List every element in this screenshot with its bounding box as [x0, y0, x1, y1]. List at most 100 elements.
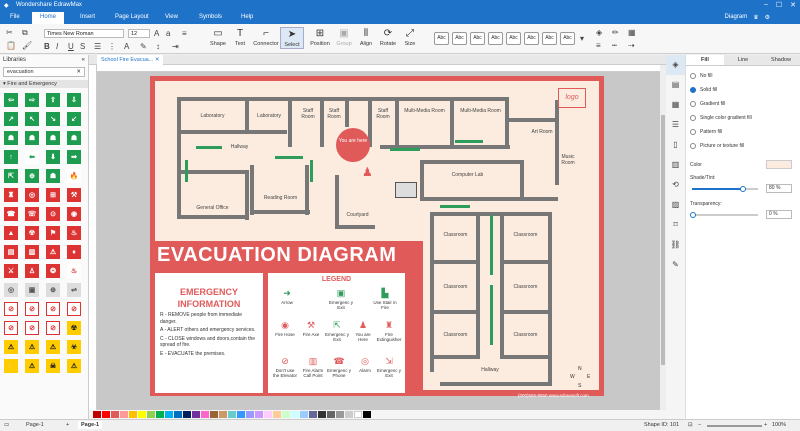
page-icon[interactable]: ▯ [666, 135, 685, 155]
fire-hose-symbol[interactable]: ◎ [25, 188, 39, 202]
fire-phone-symbol[interactable]: ☏ [25, 207, 39, 221]
bold-icon[interactable]: B [44, 42, 50, 51]
color-swatch[interactable] [336, 411, 344, 418]
exit-sign-symbol[interactable]: ↗ [4, 112, 18, 126]
font-shrink-icon[interactable]: a [166, 29, 170, 38]
copy-icon[interactable]: ⧉ [22, 28, 28, 38]
align-icon[interactable]: ≡ [182, 29, 187, 38]
page-tab-active[interactable]: Page-1 [78, 421, 103, 429]
menu-insert[interactable]: Insert [80, 14, 95, 20]
format-painter-icon[interactable]: 🖌 [22, 41, 32, 50]
shade-value[interactable]: 80 % [766, 184, 792, 193]
fill-icon[interactable]: ◈ [596, 28, 602, 37]
bookmark-icon[interactable]: ⌑ [666, 215, 685, 235]
no-touch-symbol[interactable]: ⊘ [46, 321, 60, 335]
no-entry-symbol[interactable]: ⊘ [4, 302, 18, 316]
style-preset-1[interactable]: Abc [434, 32, 449, 45]
category-fire-emergency[interactable]: ▾ Fire and Emergency [0, 80, 88, 88]
color-swatch[interactable] [327, 411, 335, 418]
line-color-icon[interactable]: ✏ [612, 28, 619, 37]
color-swatch[interactable] [93, 411, 101, 418]
arrow-style-icon[interactable]: ⇢ [628, 41, 635, 50]
color-swatch[interactable] [354, 411, 362, 418]
option-picture-fill[interactable]: Picture or texture fill [686, 139, 800, 153]
running-man-symbol[interactable]: ☗ [25, 131, 39, 145]
color-swatch[interactable] [165, 411, 173, 418]
warning-symbol[interactable]: ⚠ [67, 359, 81, 373]
no-access-symbol[interactable]: ⊘ [67, 302, 81, 316]
warning-symbol[interactable]: ⚠ [4, 340, 18, 354]
fire-symbol[interactable]: ▥ [25, 245, 39, 259]
transparency-slider-knob[interactable] [690, 212, 696, 218]
menu-page-layout[interactable]: Page Layout [115, 14, 149, 20]
fire-symbol[interactable]: ☢ [25, 226, 39, 240]
scroll-thumb[interactable] [661, 115, 665, 365]
data-icon[interactable]: ▥ [666, 155, 685, 175]
user-icon[interactable]: ♛ [753, 14, 758, 21]
color-swatch[interactable] [345, 411, 353, 418]
shape-tool[interactable]: ▭ Shape [206, 27, 230, 47]
tab-line[interactable]: Line [724, 55, 762, 65]
sprinkler-symbol[interactable]: ▣ [25, 283, 39, 297]
fire-symbol[interactable]: 🔥 [67, 169, 81, 183]
running-man-symbol[interactable]: ☗ [46, 131, 60, 145]
exit-sign-symbol[interactable]: ⇩ [67, 93, 81, 107]
fire-axe-symbol[interactable]: ⚒ [67, 188, 81, 202]
running-man-symbol[interactable]: ☗ [4, 131, 18, 145]
color-swatch[interactable] [291, 411, 299, 418]
no-fire-symbol[interactable]: ⊘ [46, 302, 60, 316]
font-grow-icon[interactable]: A [154, 29, 159, 38]
text-tool[interactable]: T Text [228, 27, 252, 47]
warning-symbol[interactable]: ☠ [46, 359, 60, 373]
color-swatch[interactable] [309, 411, 317, 418]
exit-sign-symbol[interactable]: ⇧ [46, 93, 60, 107]
biohazard-symbol[interactable]: ☣ [67, 340, 81, 354]
warning-symbol[interactable]: ⚡ [4, 359, 18, 373]
color-picker[interactable] [766, 160, 792, 169]
indent-icon[interactable]: ⇥ [172, 42, 179, 51]
position-tool[interactable]: ⊞ Position [308, 27, 332, 47]
fire-alarm-symbol[interactable]: ⊙ [46, 207, 60, 221]
history-icon[interactable]: ⟲ [666, 175, 685, 195]
tab-fill[interactable]: Fill [686, 55, 724, 65]
color-swatch[interactable] [363, 411, 371, 418]
color-swatch[interactable] [264, 411, 272, 418]
zoom-level[interactable]: 100% [772, 422, 786, 428]
color-swatch[interactable] [201, 411, 209, 418]
connector-tool[interactable]: ⌐ Connector [252, 27, 280, 47]
no-smoking-symbol[interactable]: ⊘ [25, 302, 39, 316]
transparency-slider[interactable] [692, 214, 758, 216]
color-swatch[interactable] [174, 411, 182, 418]
color-swatch[interactable] [219, 411, 227, 418]
cut-icon[interactable]: ✂ [6, 28, 13, 37]
size-tool[interactable]: ⤢ Size [398, 27, 422, 47]
font-size-select[interactable]: 12 [128, 29, 150, 38]
color-swatch[interactable] [255, 411, 263, 418]
option-single-gradient[interactable]: Single color gradient fill [686, 111, 800, 125]
notes-icon[interactable]: ✎ [666, 255, 685, 275]
color-swatch[interactable] [138, 411, 146, 418]
image-icon[interactable]: ▦ [666, 95, 685, 115]
zoom-slider[interactable] [707, 425, 762, 427]
fire-symbol[interactable]: ♦ [67, 245, 81, 259]
format-icon[interactable]: ▤ [666, 75, 685, 95]
line-weight-icon[interactable]: ≡ [596, 41, 601, 50]
fire-phone-symbol[interactable]: ☎ [4, 207, 18, 221]
collapse-icon[interactable]: « [82, 57, 85, 63]
style-preset-5[interactable]: Abc [506, 32, 521, 45]
exit-symbol[interactable]: ⇱ [4, 169, 18, 183]
valve-symbol[interactable]: ⇌ [67, 283, 81, 297]
style-preset-8[interactable]: Abc [560, 32, 575, 45]
chart-icon[interactable]: ▨ [666, 195, 685, 215]
fire-hose-symbol[interactable]: ❂ [46, 264, 60, 278]
color-swatch[interactable] [210, 411, 218, 418]
rotate-tool[interactable]: ⟳ Rotate [376, 27, 400, 47]
maximize-icon[interactable]: ☐ [776, 1, 782, 9]
zoom-in-icon[interactable]: + [764, 422, 767, 428]
color-swatch[interactable] [183, 411, 191, 418]
shade-slider-knob[interactable] [740, 186, 746, 192]
fire-symbol[interactable]: ♨ [67, 226, 81, 240]
color-swatch[interactable] [102, 411, 110, 418]
zoom-out-icon[interactable]: − [698, 422, 701, 428]
no-water-symbol[interactable]: ⊘ [25, 321, 39, 335]
